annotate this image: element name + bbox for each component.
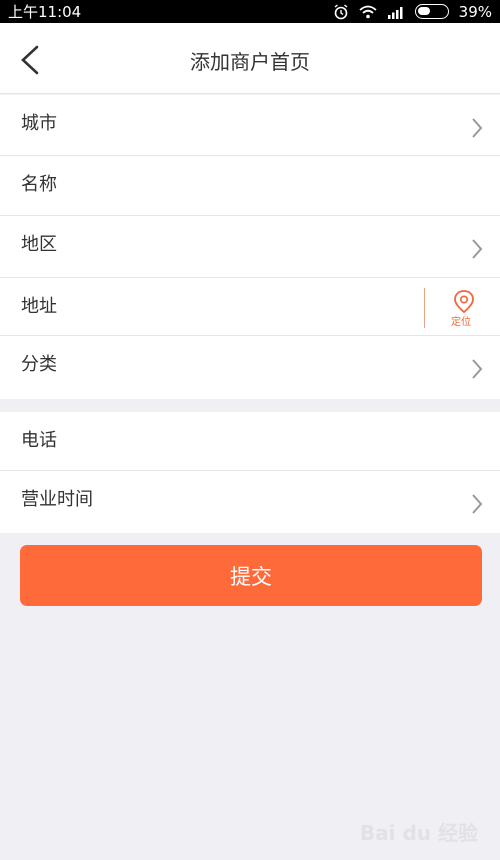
chevron-right-icon <box>472 494 483 514</box>
category-row[interactable]: 分类 <box>0 336 500 399</box>
locate-label: 定位 <box>451 317 471 328</box>
chevron-right-icon <box>472 239 483 259</box>
business-hours-label: 营业时间 <box>21 489 93 510</box>
district-label: 地区 <box>21 234 57 255</box>
status-icons: 39% <box>333 3 492 21</box>
name-label: 名称 <box>21 174 57 195</box>
phone-row[interactable]: 电话 <box>0 412 500 471</box>
page-title: 添加商户首页 <box>190 50 310 74</box>
district-row[interactable]: 地区 <box>0 216 500 278</box>
status-time: 上午11:04 <box>8 3 82 21</box>
business-hours-row[interactable]: 营业时间 <box>0 471 500 533</box>
form-group-contact: 电话 营业时间 <box>0 412 500 533</box>
battery-level: 39% <box>458 2 492 21</box>
category-label: 分类 <box>21 354 57 375</box>
name-row[interactable]: 名称 <box>0 156 500 216</box>
locate-button[interactable]: 定位 <box>424 288 500 328</box>
battery-icon <box>414 4 449 19</box>
wifi-icon <box>359 5 377 18</box>
address-label: 地址 <box>21 296 57 317</box>
city-row[interactable]: 城市 <box>0 95 500 156</box>
signal-icon <box>387 6 403 19</box>
watermark: Bai du 经验 <box>359 821 478 845</box>
form-group-main: 城市 名称 地区 地址 定位 分类 <box>0 95 500 399</box>
chevron-right-icon <box>472 118 483 138</box>
status-bar: 上午11:04 39% <box>0 0 500 23</box>
phone-label: 电话 <box>21 430 57 451</box>
alarm-icon <box>334 3 348 19</box>
address-row[interactable]: 地址 定位 <box>0 278 500 336</box>
submit-button[interactable]: 提交 <box>20 545 482 606</box>
city-label: 城市 <box>21 113 57 134</box>
nav-bar: 添加商户首页 <box>0 23 500 94</box>
chevron-right-icon <box>472 359 483 379</box>
